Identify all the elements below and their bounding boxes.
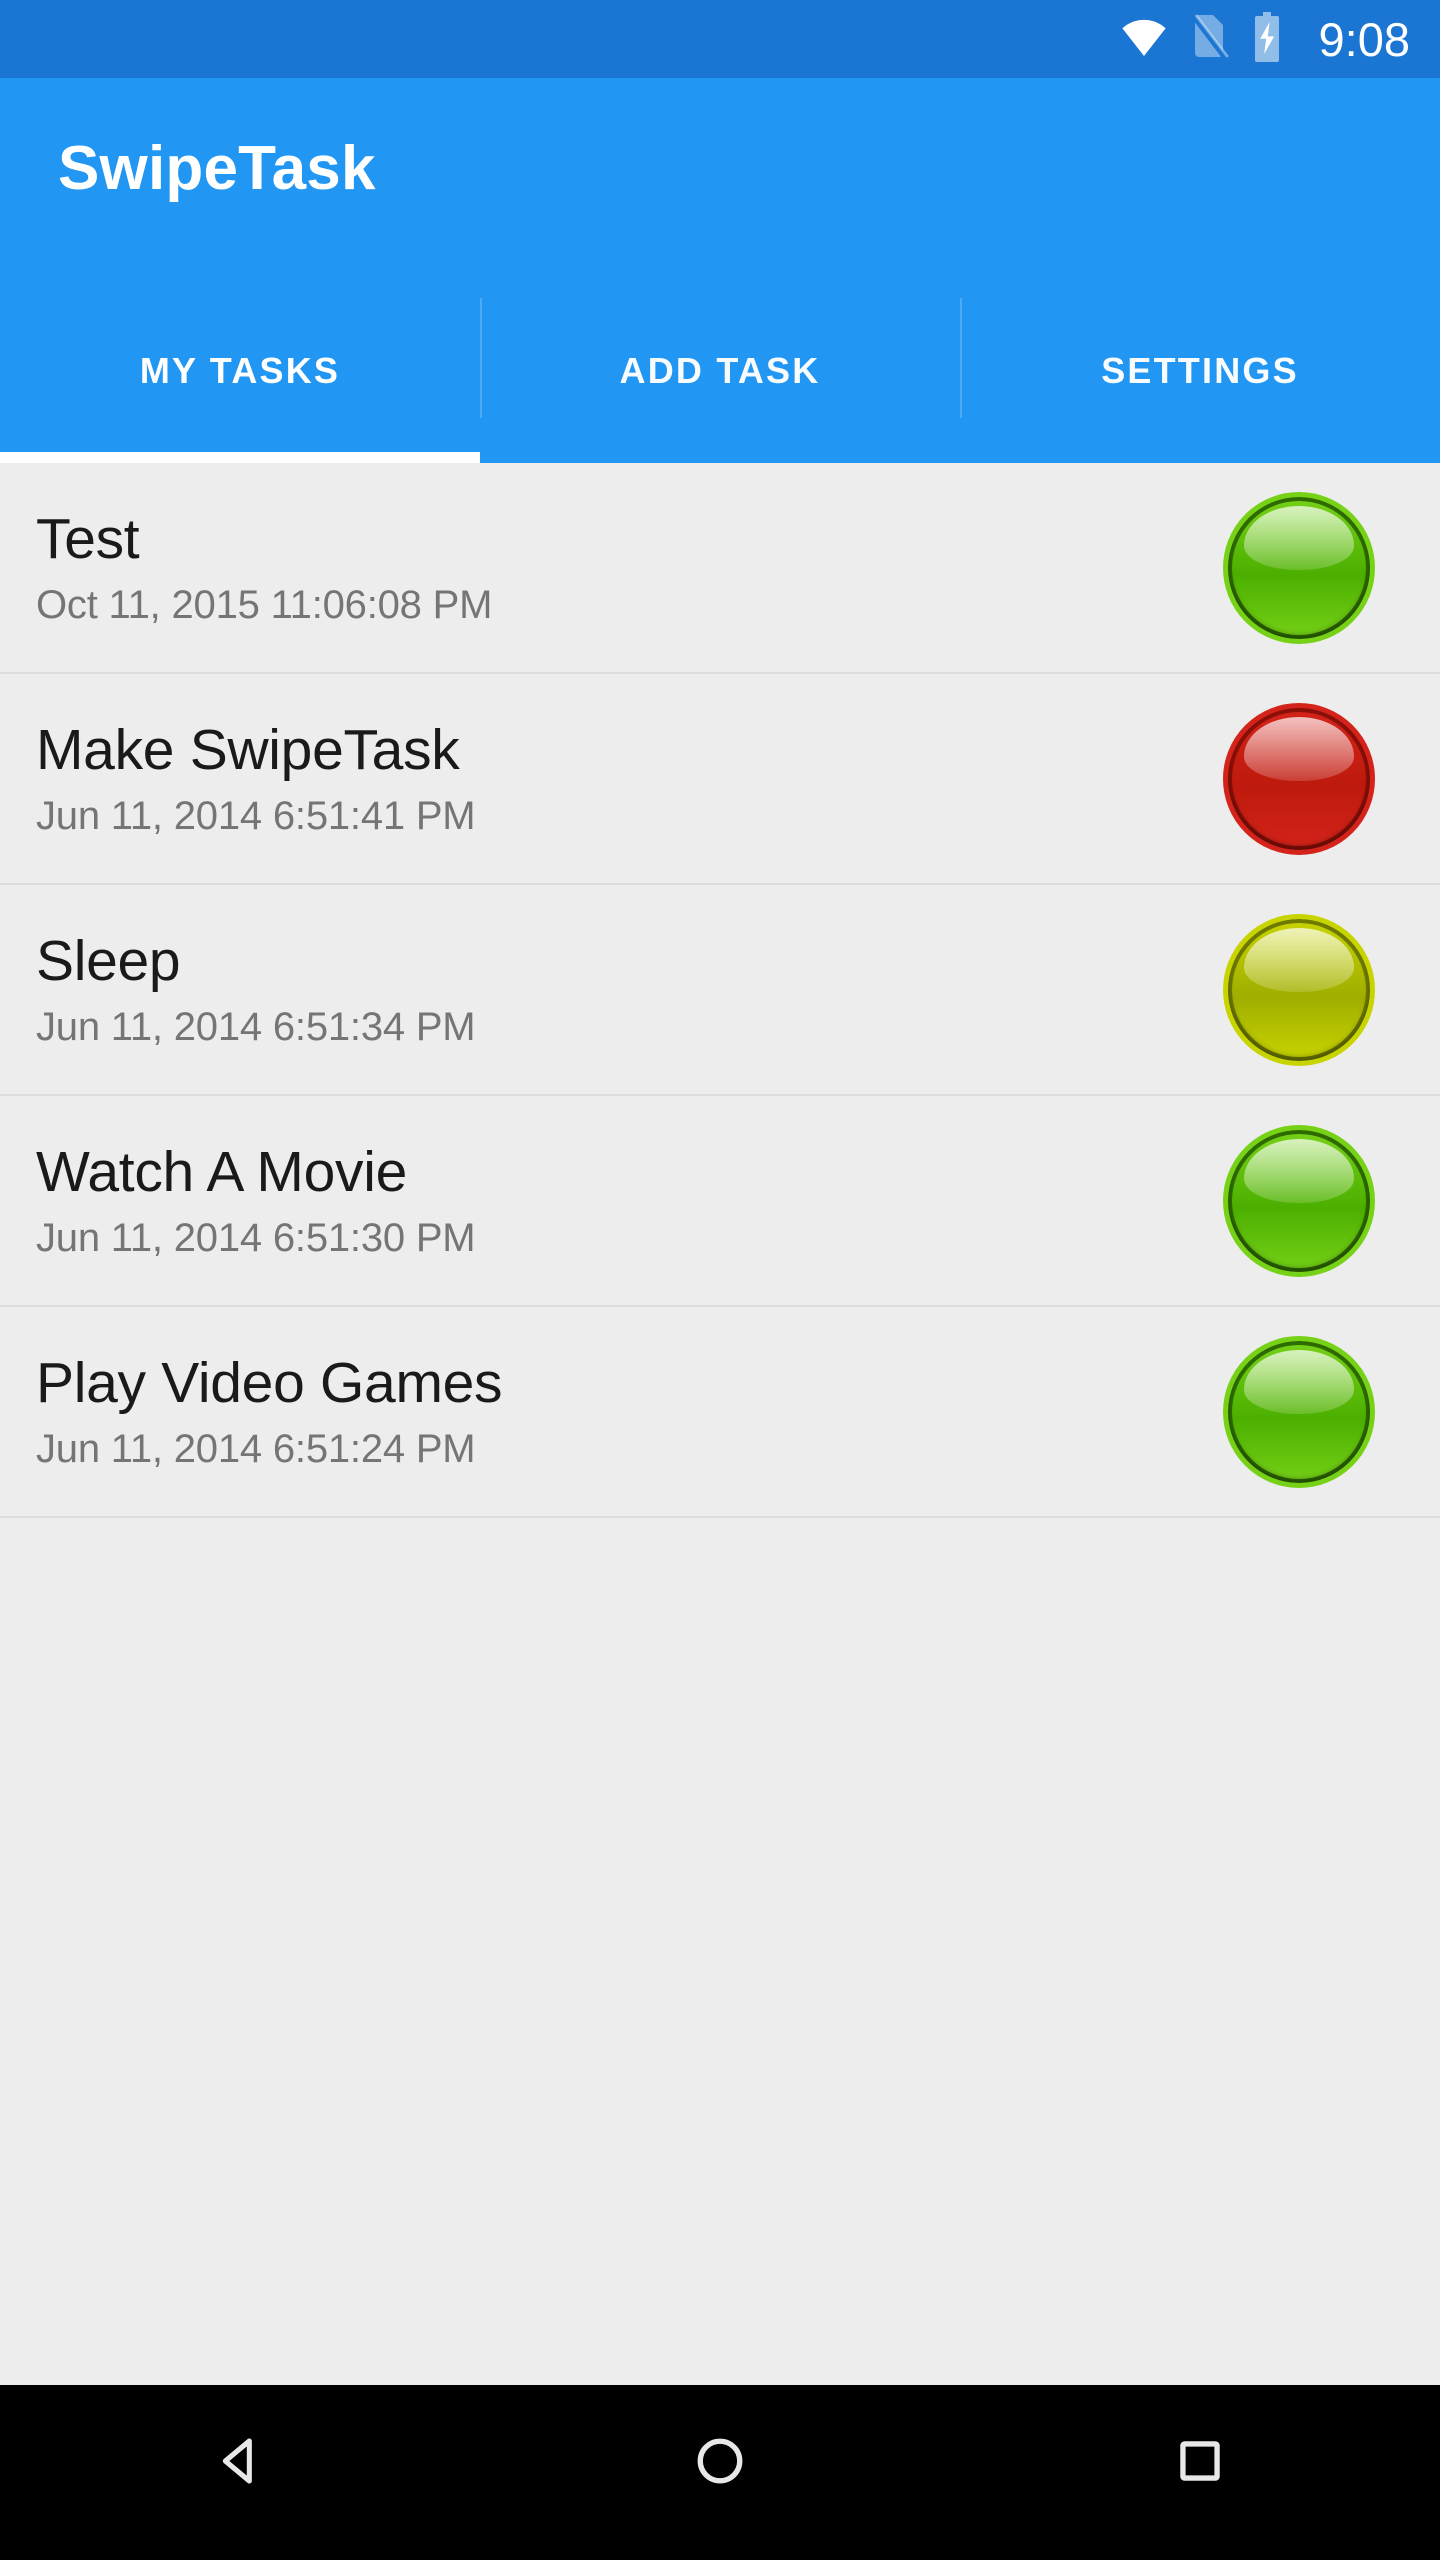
task-title: Sleep [36, 928, 181, 993]
task-text-block: Test Oct 11, 2015 11:06:08 PM [36, 506, 1220, 628]
status-orb-red[interactable] [1223, 702, 1375, 855]
status-orb-green[interactable] [1223, 491, 1375, 644]
status-orb-yellow[interactable] [1223, 913, 1375, 1066]
home-icon [688, 2429, 752, 2498]
app-bar: SwipeTask [0, 78, 1440, 278]
task-date: Jun 11, 2014 6:51:34 PM [36, 1005, 476, 1050]
app-screen: 9:08 SwipeTask MY TASKS ADD TASK SETTING… [0, 0, 1440, 2560]
tab-settings[interactable]: SETTINGS [960, 278, 1440, 463]
nav-recents-button[interactable] [1100, 2413, 1300, 2513]
back-icon [208, 2429, 272, 2498]
tab-add-task[interactable]: ADD TASK [480, 278, 960, 463]
status-bar: 9:08 [0, 0, 1440, 78]
task-status-cell[interactable] [1220, 1124, 1378, 1277]
wifi-icon [1121, 18, 1167, 61]
task-row[interactable]: Make SwipeTask Jun 11, 2014 6:51:41 PM [0, 674, 1440, 885]
task-title: Watch A Movie [36, 1139, 407, 1204]
status-orb-green[interactable] [1223, 1335, 1375, 1488]
task-list[interactable]: Test Oct 11, 2015 11:06:08 PM Make Swipe… [0, 463, 1440, 2385]
status-icon-group: 9:08 [1121, 11, 1410, 67]
nav-back-button[interactable] [140, 2413, 340, 2513]
battery-charging-icon [1251, 11, 1283, 67]
nav-home-button[interactable] [620, 2413, 820, 2513]
task-status-cell[interactable] [1220, 1335, 1378, 1488]
task-text-block: Sleep Jun 11, 2014 6:51:34 PM [36, 928, 1220, 1050]
active-tab-indicator [0, 452, 480, 463]
task-date: Jun 11, 2014 6:51:30 PM [36, 1216, 476, 1261]
task-status-cell[interactable] [1220, 702, 1378, 855]
task-text-block: Play Video Games Jun 11, 2014 6:51:24 PM [36, 1350, 1220, 1472]
task-row[interactable]: Test Oct 11, 2015 11:06:08 PM [0, 463, 1440, 674]
task-title: Play Video Games [36, 1350, 503, 1415]
task-text-block: Make SwipeTask Jun 11, 2014 6:51:41 PM [36, 717, 1220, 839]
task-status-cell[interactable] [1220, 491, 1378, 644]
system-navigation-bar [0, 2385, 1440, 2560]
task-row[interactable]: Play Video Games Jun 11, 2014 6:51:24 PM [0, 1307, 1440, 1518]
status-bar-clock: 9:08 [1318, 12, 1410, 66]
task-text-block: Watch A Movie Jun 11, 2014 6:51:30 PM [36, 1139, 1220, 1261]
task-row[interactable]: Sleep Jun 11, 2014 6:51:34 PM [0, 885, 1440, 1096]
tab-settings-label: SETTINGS [1101, 349, 1299, 391]
no-sim-card-icon [1189, 13, 1229, 66]
task-status-cell[interactable] [1220, 913, 1378, 1066]
task-date: Jun 11, 2014 6:51:41 PM [36, 794, 476, 839]
recents-icon [1168, 2429, 1232, 2498]
task-title: Test [36, 506, 140, 571]
task-row[interactable]: Watch A Movie Jun 11, 2014 6:51:30 PM [0, 1096, 1440, 1307]
task-date: Oct 11, 2015 11:06:08 PM [36, 583, 493, 628]
tab-add-task-label: ADD TASK [619, 349, 821, 391]
task-title: Make SwipeTask [36, 717, 460, 782]
tab-my-tasks[interactable]: MY TASKS [0, 278, 480, 463]
app-title: SwipeTask [58, 134, 376, 203]
tab-my-tasks-label: MY TASKS [139, 349, 341, 391]
tab-bar: MY TASKS ADD TASK SETTINGS [0, 278, 1440, 463]
task-date: Jun 11, 2014 6:51:24 PM [36, 1427, 476, 1472]
status-orb-green[interactable] [1223, 1124, 1375, 1277]
